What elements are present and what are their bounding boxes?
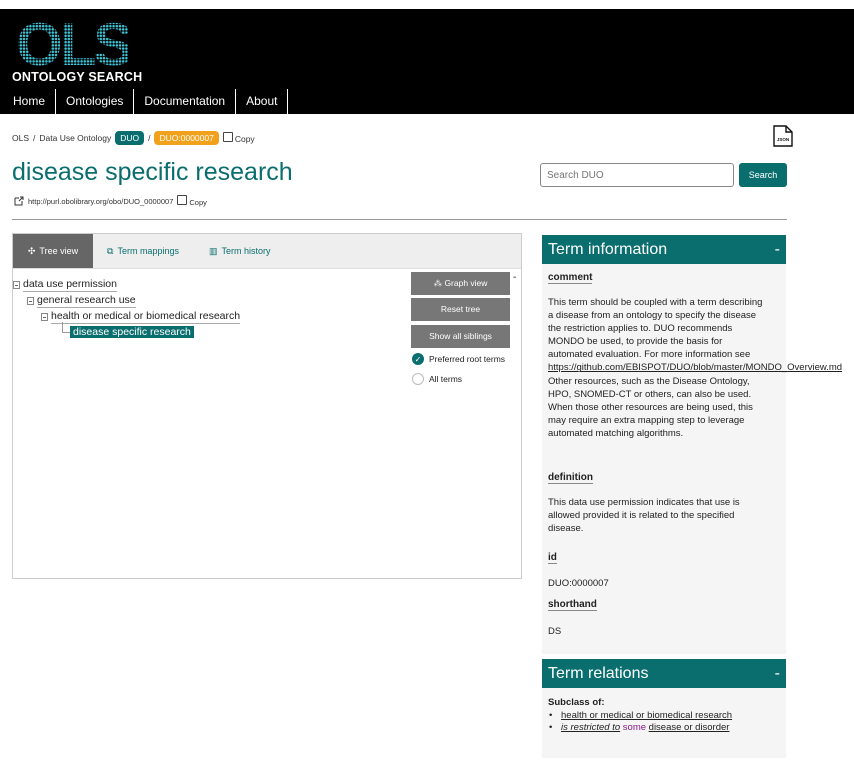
nav-home[interactable]: Home xyxy=(0,89,57,114)
breadcrumb-separator: / xyxy=(148,133,151,143)
search-button[interactable]: Search xyxy=(739,163,787,187)
all-terms-radio[interactable]: All terms xyxy=(412,373,462,385)
page-title: disease specific research xyxy=(12,158,293,186)
term-id-badge: DUO:0000007 xyxy=(154,131,219,145)
show-siblings-button[interactable]: Show all siblings xyxy=(411,325,510,348)
history-chart-icon: ▥ xyxy=(209,246,218,256)
tree-panel: ✣ Tree view ⧉ Term mappings ▥ Term history … xyxy=(12,233,522,579)
tab-term-mappings[interactable]: ⧉ Term mappings xyxy=(107,234,179,268)
nav-documentation[interactable]: Documentation xyxy=(134,89,237,114)
parent-term-link[interactable]: health or medical or biomedical research xyxy=(561,710,732,721)
breadcrumb-ontology[interactable]: Data Use Ontology xyxy=(39,133,111,143)
collapse-tree-button[interactable]: - xyxy=(513,272,516,283)
mondo-overview-link[interactable]: https://github.com/EBISPOT/DUO/blob/mast… xyxy=(548,361,842,374)
term-information-header[interactable]: Term information - xyxy=(542,235,786,264)
relations-list: Subclass of: health or medical or biomed… xyxy=(548,697,732,734)
mappings-icon: ⧉ xyxy=(107,246,114,256)
search-input[interactable] xyxy=(540,163,734,187)
disease-term-link[interactable]: disease or disorder xyxy=(649,722,730,733)
tab-tree-view[interactable]: ✣ Tree view xyxy=(13,234,93,268)
collapse-node-icon[interactable] xyxy=(41,313,48,321)
logo-subtitle: ONTOLOGY SEARCH xyxy=(12,70,143,84)
graph-icon: ⁂ xyxy=(433,278,443,288)
divider xyxy=(12,219,787,220)
definition-label: definition xyxy=(548,472,593,484)
preferred-roots-radio[interactable]: ✓ Preferred root terms xyxy=(412,353,505,365)
nav-ontologies[interactable]: Ontologies xyxy=(56,89,135,114)
tree-node[interactable]: health or medical or biomedical research xyxy=(41,310,241,324)
nav-about[interactable]: About xyxy=(236,89,289,114)
radio-empty-icon xyxy=(412,373,424,385)
property-link[interactable]: is restricted to xyxy=(561,722,620,733)
external-link-icon[interactable] xyxy=(14,196,24,206)
reset-tree-button[interactable]: Reset tree xyxy=(411,298,510,321)
term-relations-header[interactable]: Term relations - xyxy=(542,659,786,688)
tree-connector xyxy=(62,322,70,333)
id-value: DUO:0000007 xyxy=(548,578,609,589)
some-keyword: some xyxy=(622,722,647,733)
shorthand-value: DS xyxy=(548,626,562,637)
collapse-button[interactable]: - xyxy=(775,659,780,688)
svg-text:OLS: OLS xyxy=(16,15,128,69)
relation-item: is restricted to some disease or disorde… xyxy=(549,722,732,734)
breadcrumb-separator: / xyxy=(33,133,36,143)
check-icon: ✓ xyxy=(412,353,424,365)
tree-icon: ✣ xyxy=(27,246,36,256)
collapse-button[interactable]: - xyxy=(775,235,780,264)
copy-icon xyxy=(222,132,233,142)
definition-text: This data use permission indicates that … xyxy=(548,497,740,535)
svg-text:JSON: JSON xyxy=(777,137,789,142)
term-iri: http://purl.obolibrary.org/obo/DUO_00000… xyxy=(14,195,207,207)
top-bar: OLS ONTOLOGY SEARCH Home Ontologies Docu… xyxy=(0,9,854,114)
breadcrumb-ols[interactable]: OLS xyxy=(12,133,29,143)
comment-label: comment xyxy=(548,272,593,284)
graph-view-button[interactable]: ⁂ Graph view xyxy=(411,272,510,295)
subclass-label: Subclass of: xyxy=(548,697,605,708)
tab-bar: ✣ Tree view ⧉ Term mappings ▥ Term history xyxy=(13,234,521,269)
ontology-badge[interactable]: DUO xyxy=(115,131,145,145)
comment-text: This term should be coupled with a term … xyxy=(548,297,843,439)
collapse-node-icon[interactable] xyxy=(27,297,34,305)
main-nav: Home Ontologies Documentation About xyxy=(0,89,289,114)
shorthand-label: shorthand xyxy=(548,599,597,611)
relation-item: health or medical or biomedical research xyxy=(549,710,732,722)
id-label: id xyxy=(548,552,557,564)
tree-node[interactable]: general research use xyxy=(27,294,136,308)
copy-iri-button[interactable]: Copy xyxy=(177,195,207,207)
tab-term-history[interactable]: ▥ Term history xyxy=(209,234,271,268)
tree-node[interactable]: data use permission xyxy=(13,278,117,292)
breadcrumb: OLS / Data Use Ontology DUO / DUO:000000… xyxy=(12,131,255,145)
tree-node-selected[interactable]: disease specific research xyxy=(70,326,194,338)
copy-icon xyxy=(177,195,188,205)
collapse-node-icon[interactable] xyxy=(13,281,20,289)
copy-id-button[interactable]: Copy xyxy=(222,132,255,144)
ols-logo[interactable]: OLS xyxy=(16,15,128,69)
iri-link[interactable]: http://purl.obolibrary.org/obo/DUO_00000… xyxy=(28,197,173,206)
json-download-icon[interactable]: JSON xyxy=(773,125,793,147)
